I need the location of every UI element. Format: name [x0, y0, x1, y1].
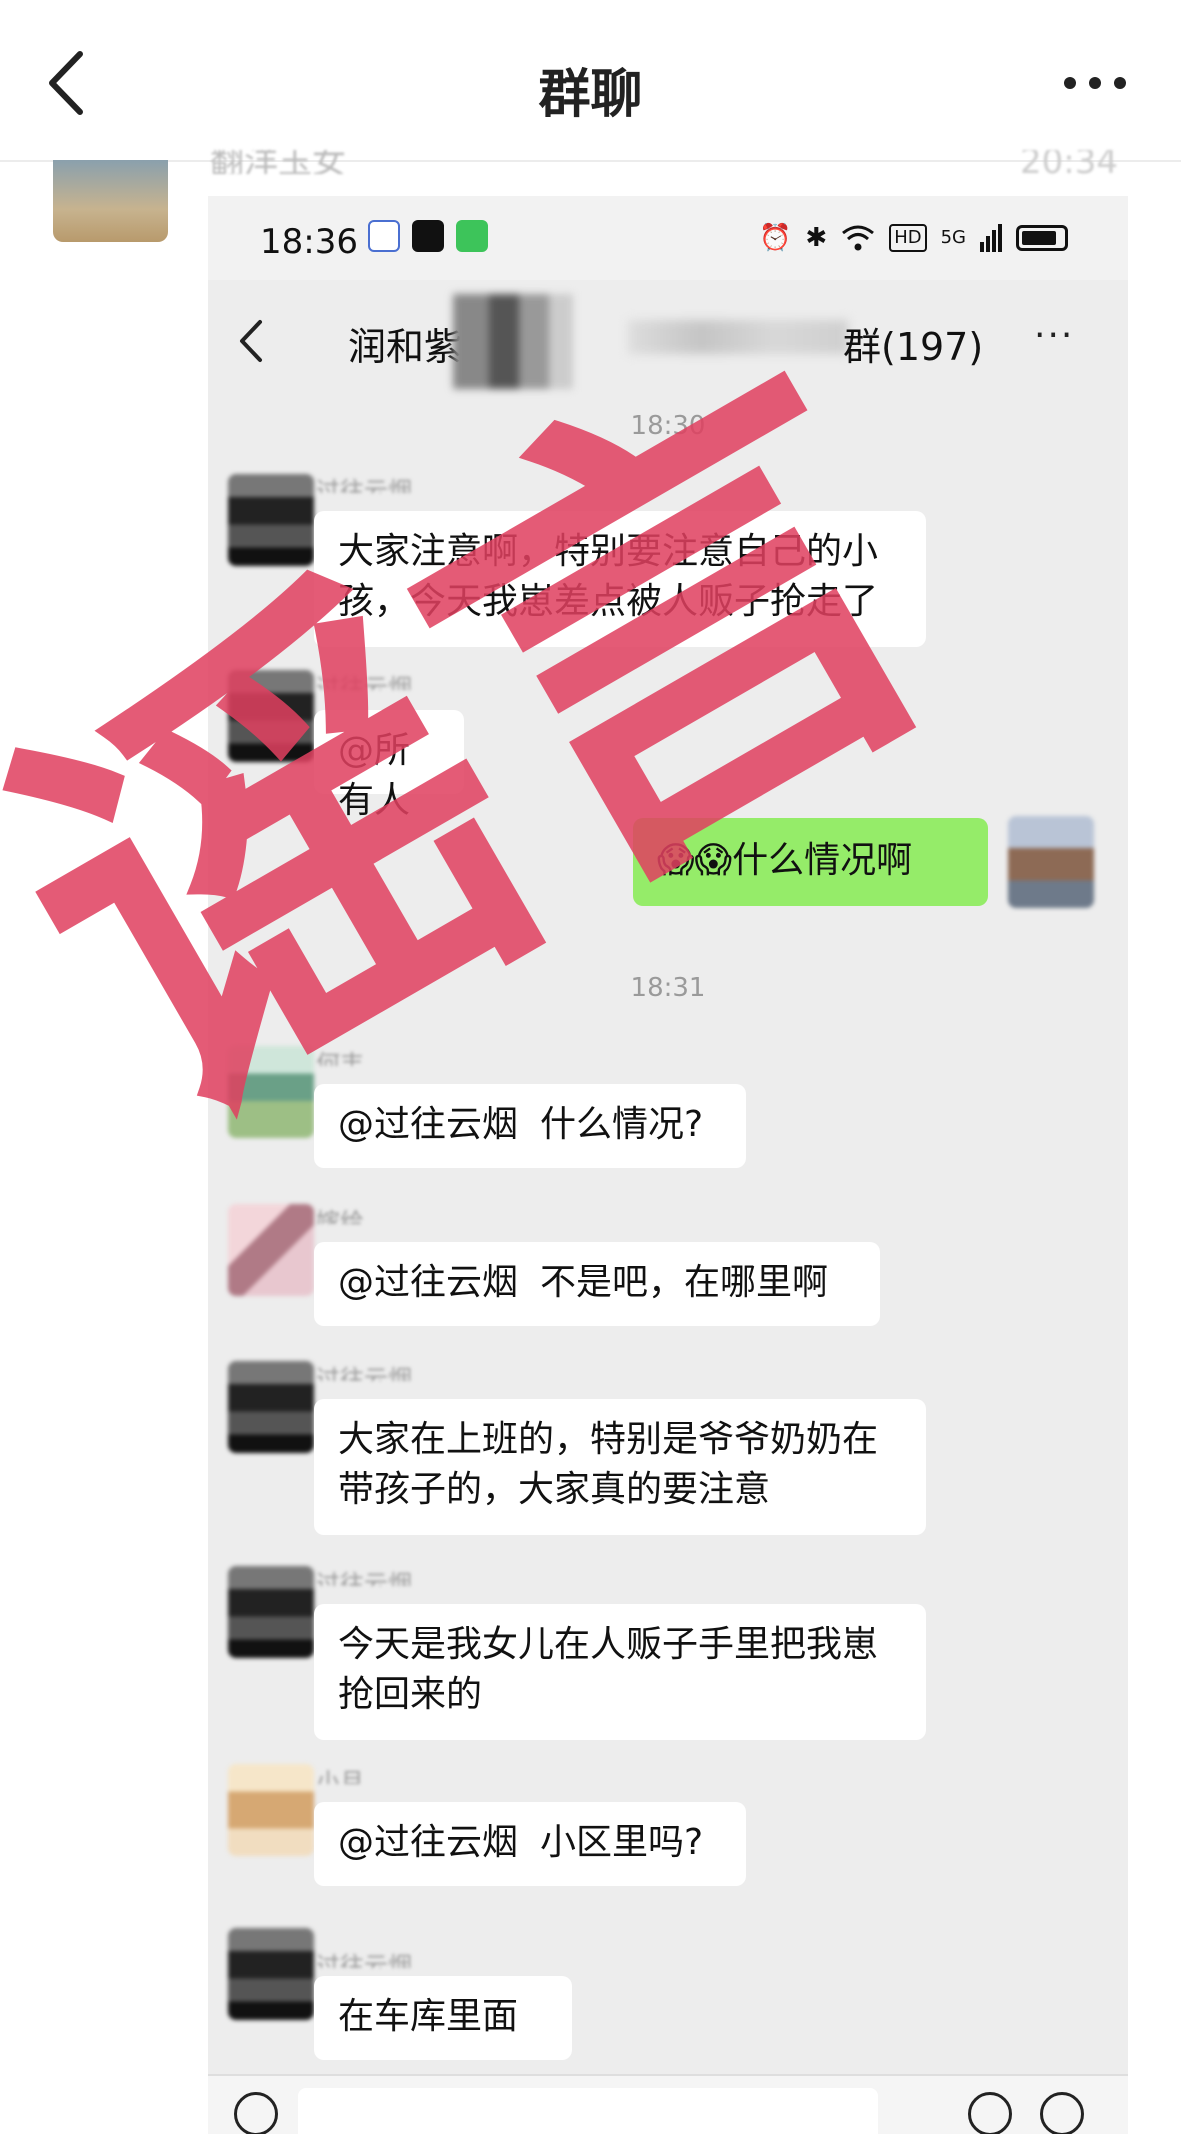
sender-name: 嫁给 [316, 1208, 364, 1224]
message-text: 什么情况? [540, 1104, 704, 1145]
mention[interactable]: @过往云烟 [338, 1822, 518, 1863]
more-icon[interactable] [1060, 58, 1130, 108]
battery-icon [1016, 225, 1068, 251]
message-text-line: 带孩子的，大家真的要注意 [338, 1469, 771, 1510]
avatar[interactable] [228, 1928, 314, 2020]
chat-header: 润和紫 群(197) ··· [208, 280, 1128, 390]
my-avatar[interactable] [1008, 816, 1094, 908]
message-text-line: 大家注意啊，特别要注意自己的小 [338, 531, 879, 572]
paw-app-icon [368, 220, 400, 252]
message-bubble[interactable]: 大家在上班的，特别是爷爷奶奶在 带孩子的，大家真的要注意 [314, 1399, 926, 1535]
timestamp: 18:31 [630, 973, 706, 1003]
sender-name: 过往云烟 [316, 674, 412, 690]
sender-name: 过往云烟 [316, 1365, 412, 1381]
wifi-icon [842, 225, 875, 251]
message-text: 不是吧，在哪里啊 [540, 1262, 829, 1303]
message-input[interactable] [298, 2088, 878, 2134]
status-app-icons [368, 220, 488, 252]
message-bubble[interactable]: @过往云烟 不是吧，在哪里啊 [314, 1242, 880, 1326]
mention[interactable]: @过往云烟 [338, 1262, 518, 1303]
sender-name: 小月 [316, 1768, 364, 1784]
redaction-blur [628, 320, 848, 354]
message-bubble[interactable]: 大家注意啊，特别要注意自己的小 孩，今天我崽差点被人贩子抢走了 [314, 511, 926, 647]
chat-title-end: 群(197) [843, 325, 984, 369]
message-text: 在车库里面 [338, 1996, 519, 2037]
alarm-icon: ⏰ [759, 223, 792, 253]
avatar[interactable] [228, 670, 314, 762]
signal-icon [980, 224, 1002, 252]
message-text-line: 大家在上班的，特别是爷爷奶奶在 [338, 1419, 879, 1460]
message-bubble[interactable]: @过往云烟 小区里吗? [314, 1802, 746, 1886]
message-text-line: 孩，今天我崽差点被人贩子抢走了 [338, 581, 879, 622]
chat-more-icon[interactable]: ··· [1034, 318, 1074, 354]
message-text: 什么情况啊 [732, 840, 913, 881]
scream-emoji: 😱😱 [657, 840, 733, 881]
forward-time: 20:34 [1020, 150, 1118, 174]
sender-name: 过往云烟 [316, 1952, 412, 1968]
forwarded-screenshot[interactable]: 18:36 ⏰ ✱ HD 5G 润和紫 群(197) ··· 18:30 过往云… [208, 196, 1128, 2134]
message-bubble[interactable]: @过往云烟 什么情况? [314, 1084, 746, 1168]
emoji-icon[interactable] [968, 2092, 1012, 2134]
bluetooth-icon: ✱ [805, 223, 828, 253]
avatar[interactable] [228, 1046, 314, 1138]
page-title: 群聊 [538, 65, 643, 125]
message-text-line: 今天是我女儿在人贩子手里把我崽 [338, 1624, 879, 1665]
sender-name: 过往云烟 [316, 1570, 412, 1586]
message-text-line: 抢回来的 [338, 1674, 483, 1715]
input-bar [208, 2074, 1128, 2134]
chat-title-start: 润和紫 [348, 325, 463, 369]
status-indicators: ⏰ ✱ HD 5G [759, 222, 1068, 254]
mention[interactable]: @过往云烟 [338, 1104, 518, 1145]
network-type: 5G [940, 227, 966, 248]
sender-name: 过往云烟 [316, 477, 412, 493]
avatar[interactable] [228, 1764, 314, 1856]
message-bubble[interactable]: @所有人 [314, 710, 464, 821]
outer-header: 群聊 [0, 0, 1181, 162]
forward-sender-avatar[interactable] [53, 160, 168, 242]
message-bubble[interactable]: 在车库里面 [314, 1976, 572, 2060]
hd-badge: HD [889, 224, 927, 252]
sender-name: 何丰 [316, 1050, 364, 1066]
redaction-mosaic [453, 294, 573, 389]
avatar[interactable] [228, 1204, 314, 1296]
avatar[interactable] [228, 474, 314, 566]
message-text: 小区里吗? [540, 1822, 704, 1863]
status-bar: 18:36 ⏰ ✱ HD 5G [208, 196, 1128, 280]
voice-icon[interactable] [234, 2092, 278, 2134]
forward-sender-name: 翻洋玉女 [210, 150, 346, 174]
avatar[interactable] [228, 1566, 314, 1658]
avatar[interactable] [228, 1361, 314, 1453]
chat-back-icon[interactable] [234, 318, 268, 364]
message-bubble[interactable]: 今天是我女儿在人贩子手里把我崽 抢回来的 [314, 1604, 926, 1740]
tiktok-app-icon [412, 220, 444, 252]
status-time: 18:36 [260, 222, 358, 262]
timestamp: 18:30 [630, 411, 706, 441]
plus-icon[interactable] [1040, 2092, 1084, 2134]
message-text: @所有人 [338, 730, 411, 821]
wechat-app-icon [456, 220, 488, 252]
my-message-bubble[interactable]: 😱😱什么情况啊 [633, 818, 988, 906]
